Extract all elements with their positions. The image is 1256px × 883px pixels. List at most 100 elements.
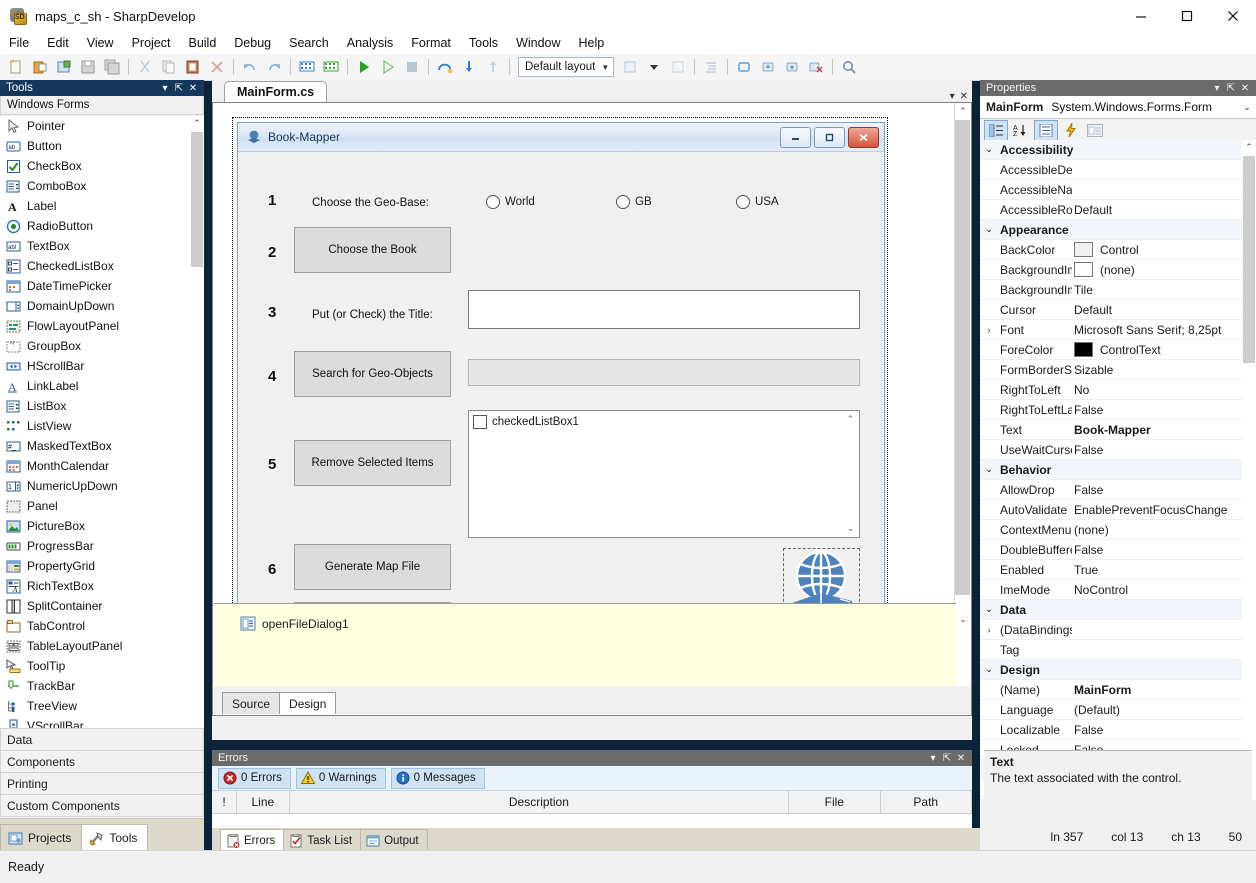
pad-tab-errors[interactable]: Errors bbox=[220, 829, 285, 851]
property-category-behavior[interactable]: ⌄ Behavior bbox=[980, 460, 1242, 480]
tools-category-components[interactable]: Components bbox=[0, 750, 204, 772]
property-category-accessibility[interactable]: ⌄ Accessibility bbox=[980, 140, 1242, 160]
property-value[interactable]: No bbox=[1072, 383, 1242, 397]
cut-icon[interactable] bbox=[134, 56, 156, 78]
scroll-up-icon[interactable]: ⌃ bbox=[1242, 140, 1256, 155]
radio-usa[interactable]: USA bbox=[736, 195, 779, 209]
menu-format[interactable]: Format bbox=[402, 33, 460, 53]
toolbox-item-button[interactable]: ab Button bbox=[0, 136, 190, 156]
minimize-icon[interactable] bbox=[1118, 0, 1164, 32]
warnings-chip[interactable]: 0 Warnings bbox=[295, 767, 386, 789]
scroll-down-icon[interactable]: ⌄ bbox=[955, 611, 971, 627]
comment-icon[interactable] bbox=[619, 56, 641, 78]
property-pages-icon[interactable] bbox=[1084, 121, 1106, 140]
toolbox-item-listview[interactable]: ListView bbox=[0, 416, 190, 436]
uncomment-icon[interactable] bbox=[667, 56, 689, 78]
menu-tools[interactable]: Tools bbox=[460, 33, 507, 53]
property-value[interactable]: Control bbox=[1072, 242, 1242, 257]
events-icon[interactable] bbox=[1060, 121, 1082, 140]
indent-icon[interactable] bbox=[700, 56, 722, 78]
prev-bookmark-icon[interactable] bbox=[757, 56, 779, 78]
property-value[interactable]: NoControl bbox=[1072, 583, 1242, 597]
toolbox-item-tablelayoutpanel[interactable]: TableLayoutPanel bbox=[0, 636, 190, 656]
scroll-thumb[interactable] bbox=[1243, 156, 1255, 363]
checked-list-box[interactable]: checkedListBox1 ⌃ ⌄ bbox=[468, 410, 860, 538]
property-value[interactable]: (none) bbox=[1072, 262, 1242, 277]
property-value[interactable]: EnablePreventFocusChange bbox=[1072, 503, 1242, 517]
tab-source[interactable]: Source bbox=[222, 692, 281, 714]
tools-item-list[interactable]: Pointer ab Button CheckBox ComboBox A Label Rad… bbox=[0, 116, 204, 828]
toolbox-item-trackbar[interactable]: TrackBar bbox=[0, 676, 190, 696]
open-file-icon[interactable] bbox=[29, 56, 51, 78]
step-into-icon[interactable] bbox=[458, 56, 480, 78]
tools-category-windows-forms[interactable]: Windows Forms bbox=[0, 96, 204, 115]
property-row-font[interactable]: › Font Microsoft Sans Serif; 8,25pt bbox=[980, 320, 1242, 340]
property-row-name[interactable]: (Name) MainForm bbox=[980, 680, 1242, 700]
property-value[interactable]: False bbox=[1072, 443, 1242, 457]
toolbox-item-treeview[interactable]: TreeView bbox=[0, 696, 190, 716]
tools-scrollbar[interactable]: ⌃ ⌄ bbox=[190, 116, 204, 828]
toolbox-item-checkedlistbox[interactable]: CheckedListBox bbox=[0, 256, 190, 276]
designer-scrollbar[interactable]: ⌃ ⌄ bbox=[954, 103, 971, 627]
pad-menu-icon[interactable]: ▾ bbox=[926, 753, 940, 764]
property-value[interactable]: (none) bbox=[1072, 523, 1242, 537]
toolbox-item-splitcontainer[interactable]: SplitContainer bbox=[0, 596, 190, 616]
paste-icon[interactable] bbox=[182, 56, 204, 78]
errors-column-[interactable]: ! bbox=[212, 791, 237, 813]
run-debug-icon[interactable] bbox=[377, 56, 399, 78]
menu-help[interactable]: Help bbox=[570, 33, 614, 53]
pin-icon[interactable]: ⇱ bbox=[172, 83, 186, 94]
clear-bookmarks-icon[interactable] bbox=[805, 56, 827, 78]
run-icon[interactable] bbox=[353, 56, 375, 78]
close-icon[interactable]: ✕ bbox=[1238, 83, 1252, 94]
layout-combobox[interactable]: Default layout ▼ bbox=[518, 57, 615, 77]
toolbox-item-tabcontrol[interactable]: TabControl bbox=[0, 616, 190, 636]
property-row-backgroundim[interactable]: BackgroundIm Tile bbox=[980, 280, 1242, 300]
close-icon[interactable] bbox=[1210, 0, 1256, 32]
radio-world[interactable]: World bbox=[486, 195, 535, 209]
tools-category-printing[interactable]: Printing bbox=[0, 772, 204, 794]
menu-debug[interactable]: Debug bbox=[225, 33, 280, 53]
scroll-up-icon[interactable]: ⌃ bbox=[955, 103, 971, 119]
tab-design[interactable]: Design bbox=[279, 692, 337, 714]
pad-menu-icon[interactable]: ▾ bbox=[158, 83, 172, 94]
search-result-textbox[interactable] bbox=[468, 359, 860, 386]
toolbox-item-linklabel[interactable]: A LinkLabel bbox=[0, 376, 190, 396]
pad-tab-task-list[interactable]: Task List bbox=[283, 829, 362, 851]
form-close-icon[interactable] bbox=[848, 127, 879, 148]
property-row-imemode[interactable]: ImeMode NoControl bbox=[980, 580, 1242, 600]
property-value[interactable]: Sizable bbox=[1072, 363, 1242, 377]
property-row-righttoleftlay[interactable]: RightToLeftLayFalse bbox=[980, 400, 1242, 420]
property-row-formbordersty[interactable]: FormBorderStySizable bbox=[980, 360, 1242, 380]
maximize-icon[interactable] bbox=[1164, 0, 1210, 32]
toolbox-item-maskedtextbox[interactable]: #_ MaskedTextBox bbox=[0, 436, 190, 456]
designed-form[interactable]: Book-Mapper 1 Choose the Geo-Base: World… bbox=[232, 117, 888, 648]
menu-build[interactable]: Build bbox=[179, 33, 225, 53]
close-document-icon[interactable]: ✕ bbox=[960, 91, 968, 102]
toolbox-item-listbox[interactable]: ListBox bbox=[0, 396, 190, 416]
close-icon[interactable]: ✕ bbox=[186, 83, 200, 94]
toolbox-item-numericupdown[interactable]: 1 NumericUpDown bbox=[0, 476, 190, 496]
pad-tab-output[interactable]: Output bbox=[360, 829, 428, 851]
title-textbox[interactable] bbox=[468, 290, 860, 329]
property-row-cursor[interactable]: Cursor Default bbox=[980, 300, 1242, 320]
toolbox-item-groupbox[interactable]: xy GroupBox bbox=[0, 336, 190, 356]
scroll-down-icon[interactable]: ⌄ bbox=[843, 521, 858, 536]
expand-chevron-icon[interactable]: › bbox=[980, 325, 998, 335]
collapse-chevron-icon[interactable]: ⌄ bbox=[980, 464, 998, 475]
toolbox-item-panel[interactable]: Panel bbox=[0, 496, 190, 516]
toolbox-item-combobox[interactable]: ComboBox bbox=[0, 176, 190, 196]
property-value[interactable]: Default bbox=[1072, 203, 1242, 217]
redo-icon[interactable] bbox=[263, 56, 285, 78]
toolbox-item-domainupdown[interactable]: DomainUpDown bbox=[0, 296, 190, 316]
radio-gb[interactable]: GB bbox=[616, 195, 652, 209]
property-value[interactable]: False bbox=[1072, 723, 1242, 737]
form-minimize-icon[interactable] bbox=[780, 127, 811, 148]
property-row-doublebuffere[interactable]: DoubleBuffere False bbox=[980, 540, 1242, 560]
toolbox-item-propertygrid[interactable]: PropertyGrid bbox=[0, 556, 190, 576]
property-row-accessibledesc[interactable]: AccessibleDesc bbox=[980, 160, 1242, 180]
search-icon[interactable] bbox=[838, 56, 860, 78]
property-value[interactable]: ControlText bbox=[1072, 342, 1242, 357]
tablist-dropdown-icon[interactable]: ▾ bbox=[950, 91, 955, 102]
property-row-accessiblenam[interactable]: AccessibleNam bbox=[980, 180, 1242, 200]
